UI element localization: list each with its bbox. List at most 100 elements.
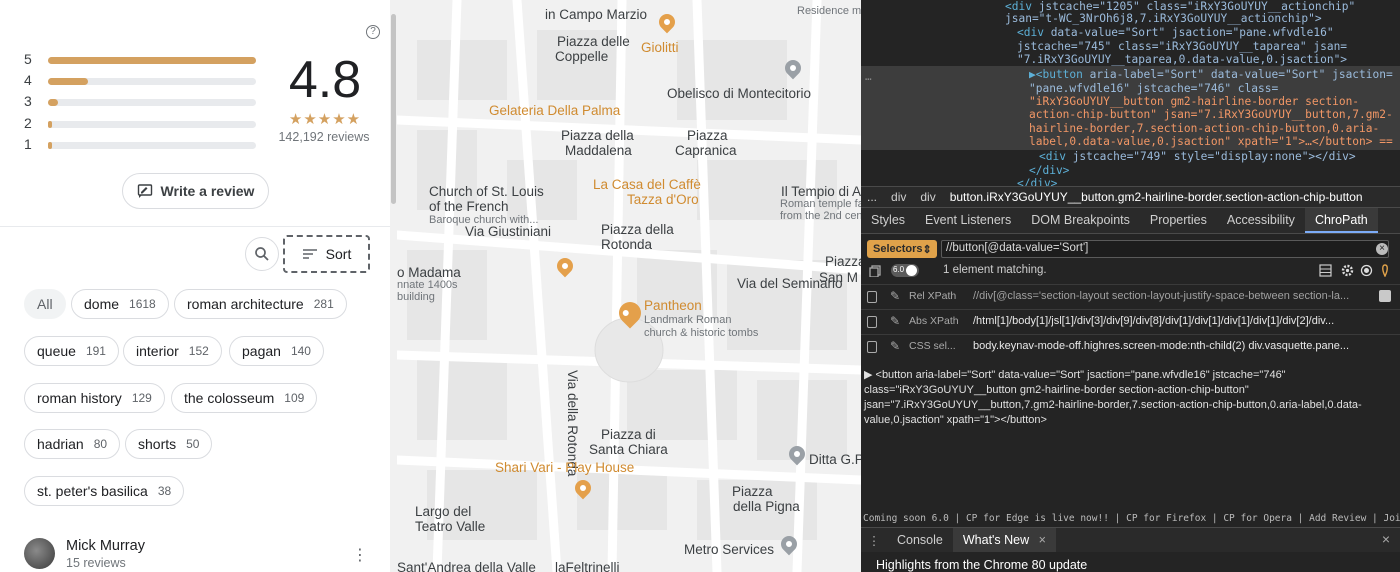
map-label[interactable]: Maddalena [565, 143, 632, 158]
dom-line[interactable]: </div> [1029, 164, 1069, 178]
map-label[interactable]: of the French [429, 199, 509, 214]
chip-hadrian[interactable]: hadrian 80 [24, 429, 121, 459]
dom-line[interactable]: "7.iRxY3GoUYUY__taparea,0.data-value,0.j… [1017, 53, 1347, 67]
map-poi-label[interactable]: Giolitti [641, 40, 679, 55]
chropath-footer-links[interactable]: Coming soon 6.0 | CP for Edge is live no… [861, 512, 1400, 526]
copy-icon[interactable] [867, 341, 877, 353]
chip-pagan[interactable]: pagan 140 [229, 336, 324, 366]
drawer-menu-icon[interactable]: ⋮ [861, 533, 887, 548]
map-label[interactable]: Largo del [415, 504, 471, 519]
map-label[interactable]: from the 2nd cen [780, 209, 861, 224]
matched-element-html[interactable]: ▶ <button aria-label="Sort" data-value="… [864, 368, 1396, 428]
map-poi-label[interactable]: Gelateria Della Palma [489, 103, 620, 118]
map-label[interactable]: Capranica [675, 143, 737, 158]
edit-icon[interactable]: ✎ [890, 314, 900, 328]
row-expression[interactable]: body.keynav-mode-off.highres.screen-mode… [973, 340, 1368, 352]
abs-xpath-row[interactable]: ✎ Abs XPath /html[1]/body[1]/jsl[1]/div[… [861, 309, 1400, 334]
dom-line[interactable]: action-chip-button" jsan="7.iRxY3GoUYUY_… [1029, 108, 1393, 122]
map-poi-label[interactable]: Pantheon [644, 298, 702, 313]
settings-icon[interactable] [1341, 264, 1354, 277]
row-expression[interactable]: //div[@class='section-layout section-lay… [973, 290, 1368, 302]
map-label[interactable]: Piazza [732, 484, 773, 499]
tab-console[interactable]: Console [887, 528, 953, 552]
table-icon[interactable] [1319, 264, 1332, 277]
map-label[interactable]: building [397, 290, 435, 305]
map-label[interactable]: della Pigna [733, 499, 800, 514]
chip-interior[interactable]: interior 152 [123, 336, 222, 366]
tab-chropath[interactable]: ChroPath [1304, 208, 1378, 233]
help-icon[interactable]: ? [366, 25, 380, 39]
dom-line[interactable]: jsan="t-WC_3NrOh6j8,7.iRxY3GoUYUY__actio… [1005, 12, 1322, 26]
breadcrumb-item[interactable]: ... [867, 190, 877, 204]
more-options-icon[interactable]: ⋮ [352, 545, 368, 565]
map-label[interactable]: Ditta G.Pa [809, 452, 861, 467]
record-icon[interactable] [1360, 264, 1373, 277]
review-count[interactable]: 142,192 reviews [268, 130, 380, 144]
chip-all[interactable]: All [24, 289, 66, 319]
map-label[interactable]: Teatro Valle [415, 519, 485, 534]
selector-input[interactable]: //button[@data-value='Sort'] [941, 240, 1389, 258]
tab-dom-breakpoints[interactable]: DOM Breakpoints [1021, 208, 1140, 233]
pin-icon[interactable] [1380, 264, 1390, 277]
dom-line[interactable]: ▶<button aria-label="Sort" data-value="S… [1029, 68, 1393, 82]
breadcrumb-item[interactable]: div [891, 190, 906, 204]
chip-st-peters-basilica[interactable]: st. peter's basilica 38 [24, 476, 185, 506]
panel-scrollbar[interactable] [390, 0, 397, 572]
copy-icon[interactable] [869, 265, 881, 277]
dom-line[interactable]: "iRxY3GoUYUY__button gm2-hairline-border… [1029, 95, 1359, 109]
search-reviews-button[interactable] [245, 237, 279, 271]
tab-whats-new[interactable]: What's New × [952, 528, 1056, 552]
chip-roman-history[interactable]: roman history 129 [24, 383, 165, 413]
dom-line[interactable]: jstcache="745" class="iRxY3GoUYUY__tapar… [1017, 40, 1347, 54]
version-toggle[interactable]: 6.0 [891, 264, 919, 277]
map-label[interactable]: Coppelle [555, 49, 608, 64]
scrollbar-thumb[interactable] [391, 14, 396, 204]
dom-line[interactable]: <div data-value="Sort" jsaction="pane.wf… [1017, 26, 1334, 40]
node-gutter-ellipsis[interactable]: … [865, 70, 872, 83]
chip-dome[interactable]: dome 1618 [71, 289, 169, 319]
map[interactable]: in Campo Marzio Residence m Piazza delle… [397, 0, 861, 572]
clear-icon[interactable]: × [1376, 243, 1388, 255]
map-poi-label[interactable]: La Casa del Caffè [593, 177, 701, 192]
map-label[interactable]: Church of St. Louis [429, 184, 544, 199]
map-label[interactable]: Santa Chiara [589, 442, 668, 457]
map-label[interactable]: Residence m [797, 4, 861, 19]
chip-queue[interactable]: queue 191 [24, 336, 119, 366]
map-label[interactable]: Obelisco di Montecitorio [667, 86, 811, 101]
map-label[interactable]: Piazza [825, 254, 861, 269]
map-label[interactable]: in Campo Marzio [545, 7, 647, 22]
map-label[interactable]: Piazza di [601, 427, 656, 442]
dom-line[interactable]: label,0.data-value,0.jsaction" xpath="1"… [1029, 135, 1400, 149]
rel-xpath-checkbox[interactable] [1379, 290, 1391, 302]
avatar[interactable] [24, 538, 55, 569]
elements-dom-tree[interactable]: … <div jstcache="1205" class="iRxY3GoUYU… [861, 0, 1400, 190]
tab-event-listeners[interactable]: Event Listeners [915, 208, 1021, 233]
sort-button[interactable]: Sort [283, 235, 370, 273]
rel-xpath-row[interactable]: ✎ Rel XPath //div[@class='section-layout… [861, 284, 1400, 309]
edit-icon[interactable]: ✎ [890, 339, 900, 353]
map-label[interactable]: Metro Services [684, 542, 774, 557]
tab-styles[interactable]: Styles [861, 208, 915, 233]
copy-icon[interactable] [867, 291, 877, 303]
map-label[interactable]: Piazza della [561, 128, 634, 143]
chip-shorts[interactable]: shorts 50 [125, 429, 213, 459]
breadcrumb-item-selected[interactable]: button.iRxY3GoUYUY__button.gm2-hairline-… [950, 190, 1363, 204]
dom-line[interactable]: <div jstcache="749" style="display:none"… [1039, 150, 1356, 164]
map-label[interactable]: Via del Seminario [737, 276, 843, 291]
map-label[interactable]: Piazza della [601, 222, 674, 237]
close-drawer-icon[interactable]: × [1382, 531, 1390, 547]
map-label[interactable]: Via Giustiniani [465, 224, 551, 239]
write-review-button[interactable]: Write a review [122, 173, 269, 209]
row-expression[interactable]: /html[1]/body[1]/jsl[1]/div[3]/div[9]/di… [973, 315, 1368, 327]
map-label[interactable]: Piazza delle [557, 34, 630, 49]
chip-roman-architecture[interactable]: roman architecture 281 [174, 289, 347, 319]
breadcrumb-item[interactable]: div [920, 190, 935, 204]
tab-accessibility[interactable]: Accessibility [1217, 208, 1305, 233]
edit-icon[interactable]: ✎ [890, 289, 900, 303]
chip-the-colosseum[interactable]: the colosseum 109 [171, 383, 318, 413]
reviewer-name[interactable]: Mick Murray [66, 538, 145, 554]
map-poi-label[interactable]: Tazza d'Oro [627, 192, 699, 207]
map-label[interactable]: laFeltrinelli [555, 560, 620, 572]
copy-icon[interactable] [867, 316, 877, 328]
dom-line[interactable]: "pane.wfvdle16" jstcache="746" class= [1029, 82, 1278, 96]
